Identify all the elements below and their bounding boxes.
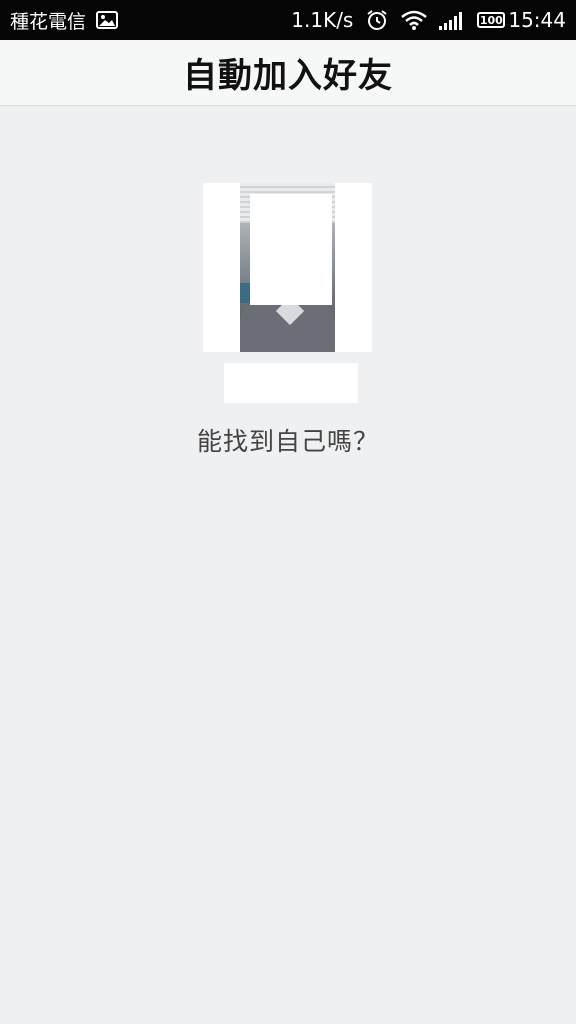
alarm-icon bbox=[365, 8, 389, 32]
wifi-icon bbox=[401, 10, 428, 30]
net-speed: 1.1K/s bbox=[291, 8, 354, 32]
battery-icon: 100 bbox=[477, 12, 508, 28]
status-right: 1.1K/s 100 15:44 bbox=[291, 0, 566, 40]
background-object bbox=[240, 283, 250, 303]
status-left: 種花電信 bbox=[10, 0, 119, 40]
gallery-icon bbox=[96, 11, 119, 29]
name-redaction bbox=[224, 363, 358, 403]
signal-icon bbox=[439, 10, 465, 30]
battery-level: 100 bbox=[477, 12, 506, 28]
page-title: 自動加入好友 bbox=[183, 56, 393, 96]
carrier-label: 種花電信 bbox=[10, 10, 87, 33]
profile-photo-frame bbox=[203, 183, 372, 352]
question-text: 能找到自己嗎？ bbox=[196, 427, 379, 456]
header: 自動加入好友 bbox=[0, 40, 576, 106]
clock: 15:44 bbox=[508, 8, 566, 32]
status-bar: 種花電信 1.1K/s 100 15:44 bbox=[0, 0, 576, 40]
face-redaction bbox=[250, 194, 332, 305]
